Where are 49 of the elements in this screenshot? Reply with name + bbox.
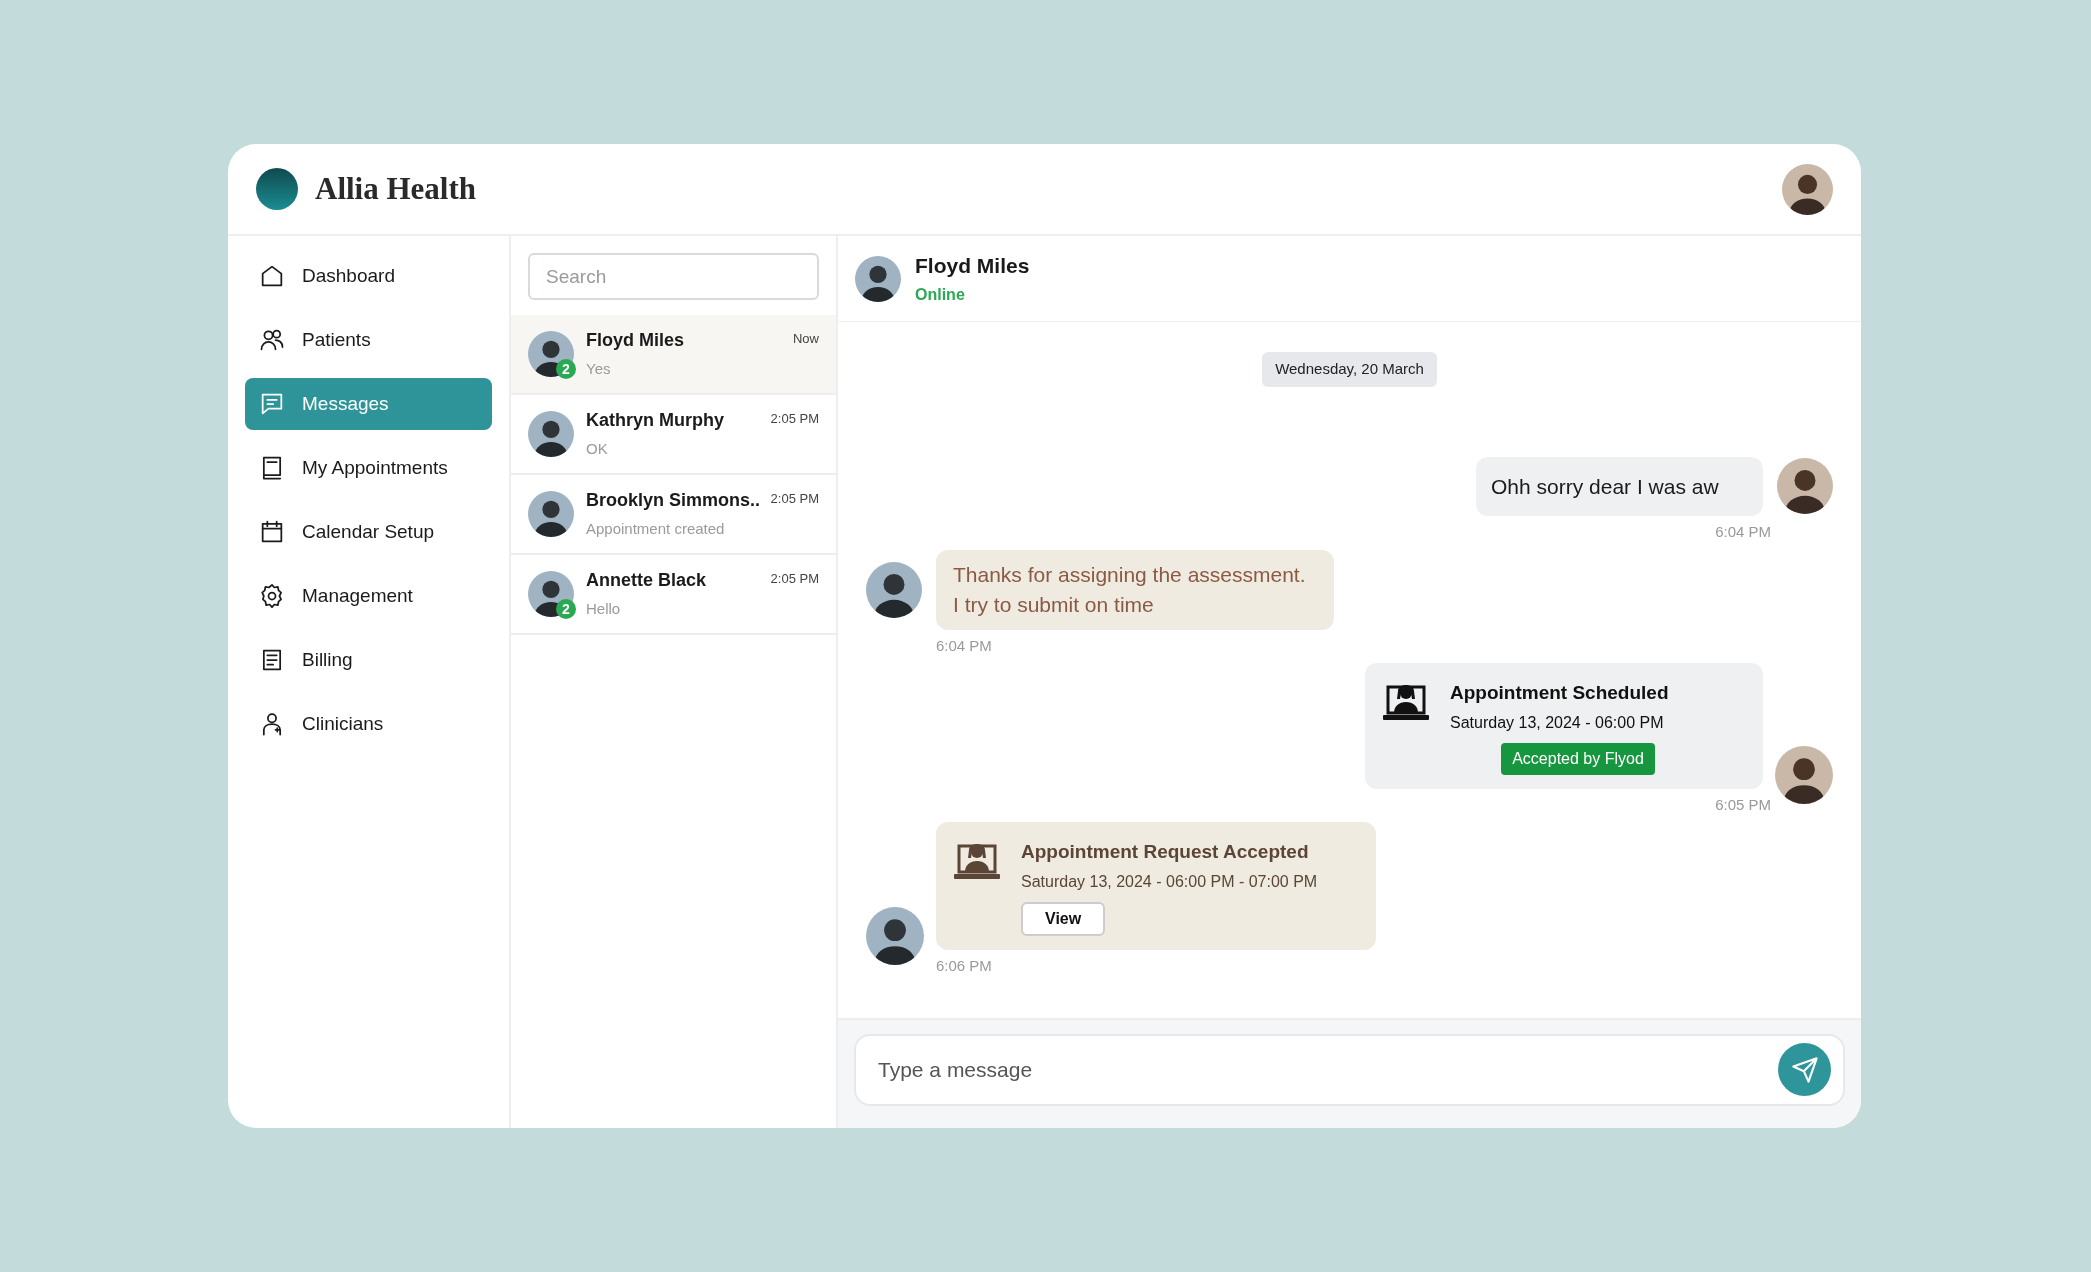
date-chip: Wednesday, 20 March [1262,352,1437,387]
contact-name: Brooklyn Simmons.. [586,489,761,513]
avatar [528,491,574,537]
online-status: Online [915,285,966,306]
sidebar-item[interactable]: My Appointments [245,442,492,494]
message-preview: Yes [586,359,612,380]
contact-name: Floyd Miles [586,329,684,353]
message-input[interactable]: Type a message [854,1034,1845,1106]
app-title: Allia Health [315,169,477,208]
sidebar-item[interactable]: Clinicians [245,698,492,750]
avatar [528,411,574,457]
message-time: 6:04 PM [936,635,992,656]
search-field[interactable]: Search [528,253,819,300]
avatar [855,255,901,302]
message-preview: Hello [586,599,622,620]
avatar [528,331,574,377]
unread-badge: 2 [556,359,576,379]
message-preview: Appointment created [586,519,726,540]
sidebar-item[interactable]: Dashboard [245,250,492,302]
message-bubble: Thanks for assigning the assessment. I try to submit on time [936,549,1334,630]
avatar [528,571,574,617]
card-title: Appointment Scheduled [1450,681,1670,705]
sidebar-item[interactable]: Messages [245,378,492,430]
view-button[interactable]: View [1021,901,1106,936]
contact-name: Kathryn Murphy [586,409,724,433]
message-time: 6:04 PM [1715,522,1771,542]
avatar [1782,163,1833,215]
sidebar-item[interactable]: Patients [245,314,492,366]
contact-name: Floyd Miles [915,252,1030,279]
sidebar-item[interactable]: Billing [245,634,492,686]
message-time: 2:05 PM [770,490,819,509]
message-bubble: Ohh sorry dear I was aw [1476,456,1763,516]
sidebar-item[interactable]: Calendar Setup [245,506,492,558]
sidebar-item[interactable]: Management [245,570,492,622]
message-time: 6:06 PM [936,955,992,976]
card-title: Appointment Request Accepted [1021,840,1310,864]
message-time: 6:05 PM [1715,794,1771,815]
contact-name: Annette Black [586,569,707,593]
message-time: 2:05 PM [770,410,819,429]
message-time: Now [793,330,819,349]
conversation-item[interactable]: 2 Floyd Miles Now Yes [511,315,836,395]
send-icon [1790,1055,1819,1084]
message-preview: OK [586,439,609,460]
unread-badge: 2 [556,599,576,619]
logo-icon [256,168,298,210]
appointment-time: Saturday 13, 2024 - 06:00 PM [1450,712,1665,733]
appointment-time: Saturday 13, 2024 - 06:00 PM - 07:00 PM [1021,871,1319,892]
message-time: 2:05 PM [770,570,819,589]
status-badge: Accepted by Flyod [1501,742,1655,775]
